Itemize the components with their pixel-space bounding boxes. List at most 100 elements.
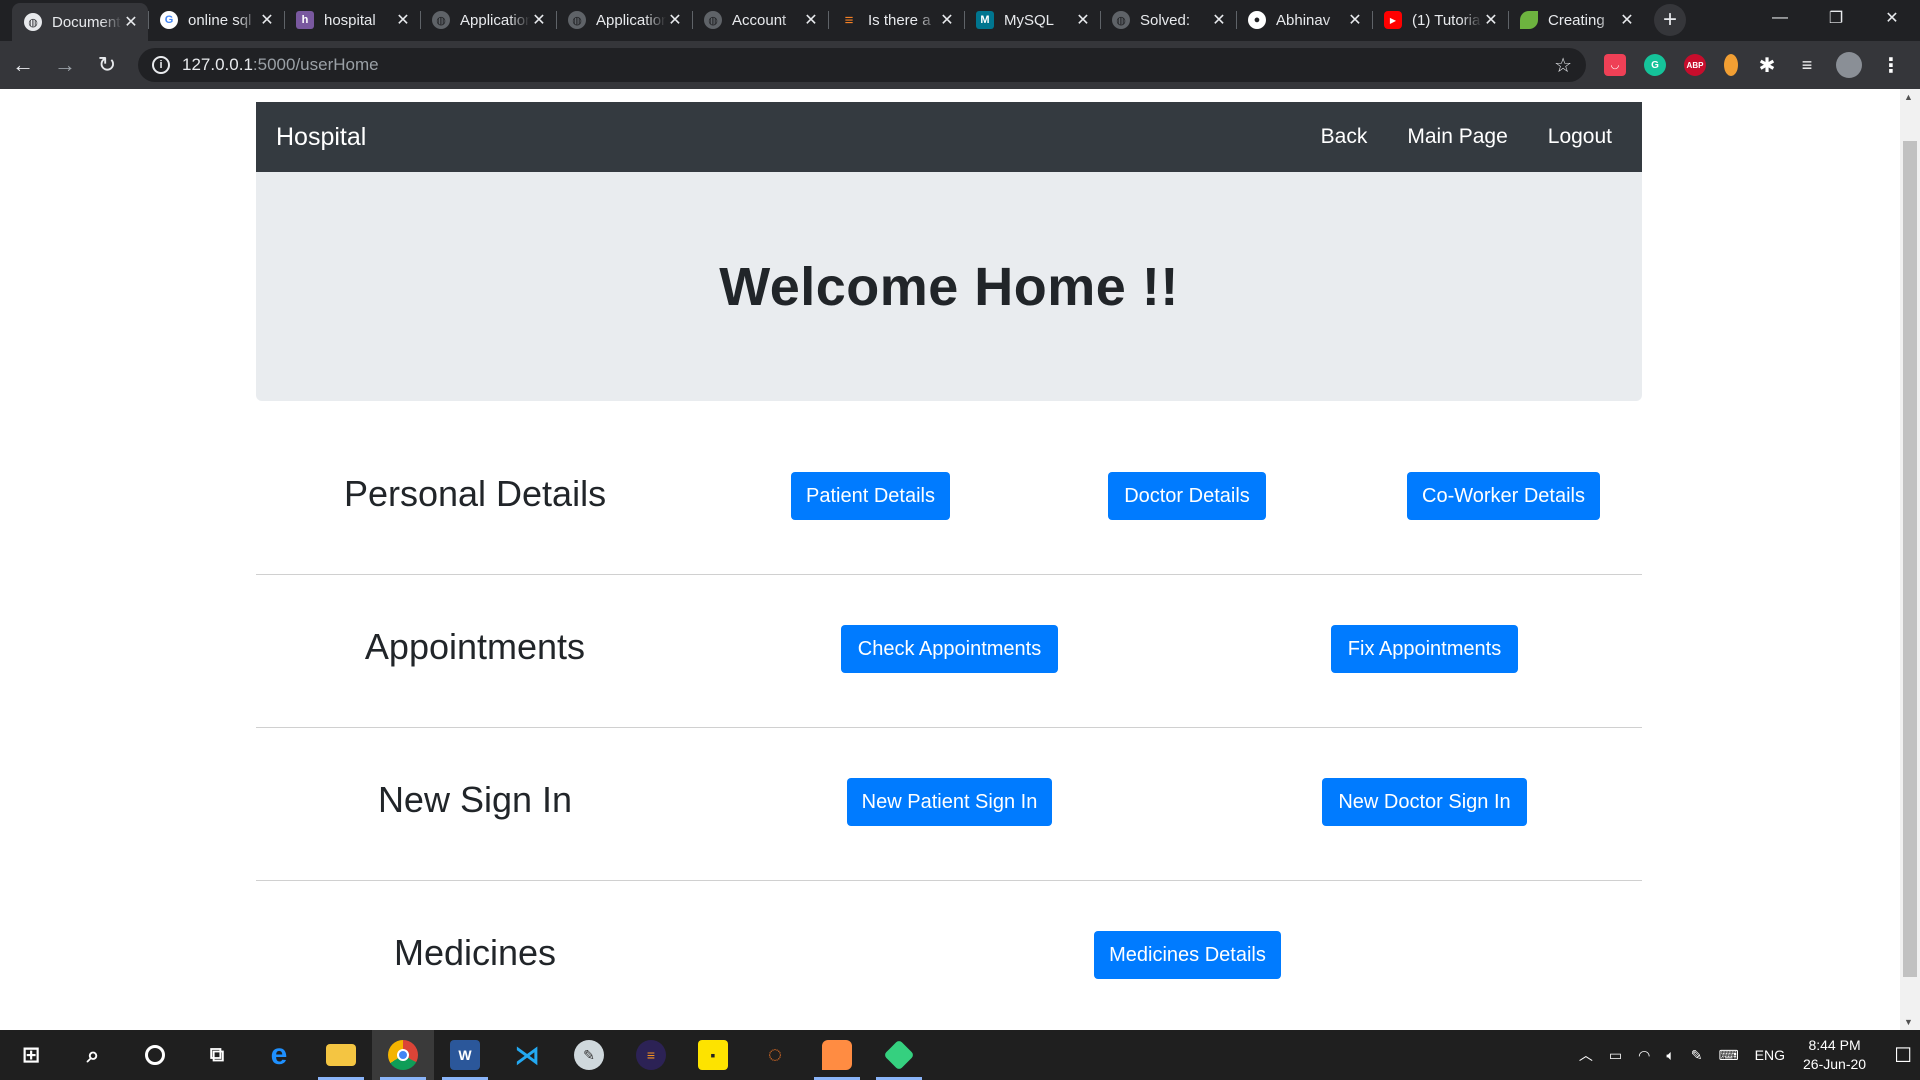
volume-icon[interactable]: 🔈︎ <box>1666 1047 1674 1064</box>
youtube-icon: ▶ <box>1384 11 1402 29</box>
cortana-icon[interactable] <box>124 1030 186 1080</box>
notifications-icon[interactable]: ☐ <box>1894 1043 1912 1068</box>
medicines-details-button[interactable]: Medicines Details <box>1094 931 1281 979</box>
close-icon[interactable]: ✕ <box>530 10 548 30</box>
minimize-icon[interactable]: — <box>1752 0 1808 36</box>
close-icon[interactable]: ✕ <box>122 12 140 32</box>
restore-icon[interactable]: ❐ <box>1808 0 1864 36</box>
tab-online-sql[interactable]: G online sql ✕ <box>148 3 284 37</box>
grammarly-icon[interactable]: G <box>1644 54 1666 76</box>
scroll-down-icon[interactable]: ▼ <box>1904 1017 1913 1027</box>
bookmark-star-icon[interactable]: ☆ <box>1554 53 1572 78</box>
new-tab-button[interactable]: + <box>1654 4 1686 36</box>
battery-icon[interactable]: ▭ <box>1609 1047 1622 1064</box>
pocket-icon[interactable]: ◡ <box>1604 54 1626 76</box>
adblock-icon[interactable]: ABP <box>1684 54 1706 76</box>
paint-icon[interactable]: ✎ <box>558 1030 620 1080</box>
tab-title: Abhinav <box>1276 11 1331 29</box>
close-icon[interactable]: ✕ <box>1074 10 1092 30</box>
nav-links: Back Main Page Logout <box>1301 125 1632 149</box>
coworker-details-button[interactable]: Co-Worker Details <box>1407 472 1600 520</box>
close-icon[interactable]: ✕ <box>258 10 276 30</box>
page-viewport: Hospital Back Main Page Logout Welcome H… <box>0 89 1900 1030</box>
brand-link[interactable]: Hospital <box>276 123 366 152</box>
new-patient-signin-button[interactable]: New Patient Sign In <box>847 778 1052 826</box>
forward-arrow-icon[interactable]: → <box>46 46 84 84</box>
leaf-icon <box>1520 11 1538 29</box>
globe-icon: ◍ <box>24 13 42 31</box>
close-window-icon[interactable]: ✕ <box>1864 0 1920 36</box>
tab-application-2[interactable]: ◍ Application ✕ <box>556 3 692 37</box>
close-icon[interactable]: ✕ <box>1618 10 1636 30</box>
jupyter-icon[interactable]: ◌ <box>744 1030 806 1080</box>
scrollbar-thumb[interactable] <box>1903 141 1917 977</box>
nav-back-link[interactable]: Back <box>1301 125 1388 149</box>
tab-solved[interactable]: ◍ Solved: ✕ <box>1100 3 1236 37</box>
search-icon[interactable]: ⌕ <box>62 1030 124 1080</box>
close-icon[interactable]: ✕ <box>666 10 684 30</box>
tab-mysql[interactable]: M MySQL ✕ <box>964 3 1100 37</box>
page-scrollbar[interactable]: ▲ ▼ <box>1900 89 1920 1030</box>
gitkraken-icon[interactable] <box>868 1030 930 1080</box>
tab-title: hospital <box>324 11 376 29</box>
close-icon[interactable]: ✕ <box>1346 10 1364 30</box>
site-navbar: Hospital Back Main Page Logout <box>256 102 1642 172</box>
scroll-up-icon[interactable]: ▲ <box>1904 92 1913 102</box>
tab-github[interactable]: ● Abhinav ✕ <box>1236 3 1372 37</box>
divider <box>256 574 1642 575</box>
eclipse-icon[interactable]: ≡ <box>620 1030 682 1080</box>
doctor-details-button[interactable]: Doctor Details <box>1108 472 1266 520</box>
clock[interactable]: 8:44 PM 26-Jun-20 <box>1803 1036 1866 1074</box>
menu-dots-icon[interactable]: ⋮ <box>1880 54 1902 77</box>
feedback-icon[interactable] <box>806 1030 868 1080</box>
vscode-icon[interactable]: ⋊ <box>496 1030 558 1080</box>
clock-date: 26-Jun-20 <box>1803 1056 1867 1072</box>
puzzle-extensions-icon[interactable]: ✱ <box>1756 54 1778 77</box>
language-indicator[interactable]: ENG <box>1755 1047 1785 1063</box>
divider <box>256 880 1642 881</box>
check-appointments-button[interactable]: Check Appointments <box>841 625 1058 673</box>
nav-main-page-link[interactable]: Main Page <box>1387 125 1527 149</box>
new-doctor-signin-button[interactable]: New Doctor Sign In <box>1322 778 1527 826</box>
tab-account[interactable]: ◍ Account ✕ <box>692 3 828 37</box>
close-icon[interactable]: ✕ <box>1210 10 1228 30</box>
reload-icon[interactable]: ↻ <box>88 46 126 84</box>
tab-youtube[interactable]: ▶ (1) Tutorial ✕ <box>1372 3 1508 37</box>
fix-appointments-button[interactable]: Fix Appointments <box>1331 625 1518 673</box>
tab-title: Creating <box>1548 11 1605 29</box>
close-icon[interactable]: ✕ <box>394 10 412 30</box>
honey-icon[interactable] <box>1724 54 1738 76</box>
windows-taskbar: ⊞ ⌕ ⧉ e W ⋊ ✎ ≡ ▪ ◌ ︿ ▭ ◠ 🔈︎ ✎ ⌨ ENG 8:4… <box>0 1030 1920 1080</box>
avatar[interactable] <box>1836 52 1862 78</box>
pen-icon[interactable]: ✎ <box>1691 1047 1703 1064</box>
tab-document[interactable]: ◍ Document ✕ <box>12 3 148 41</box>
sticky-notes-icon[interactable]: ▪ <box>682 1030 744 1080</box>
word-icon[interactable]: W <box>434 1030 496 1080</box>
address-bar[interactable]: i 127.0.0.1 :5000/userHome ☆ <box>138 48 1586 82</box>
close-icon[interactable]: ✕ <box>1482 10 1500 30</box>
keyboard-icon[interactable]: ⌨ <box>1718 1047 1738 1064</box>
chrome-icon[interactable] <box>372 1030 434 1080</box>
nav-logout-link[interactable]: Logout <box>1528 125 1632 149</box>
tab-title: online sql <box>188 11 252 29</box>
show-hidden-icons-icon[interactable]: ︿ <box>1579 1045 1593 1065</box>
patient-details-button[interactable]: Patient Details <box>791 472 950 520</box>
url-path: :5000/userHome <box>252 55 379 74</box>
info-icon[interactable]: i <box>152 56 170 74</box>
tab-hospital[interactable]: h hospital ✕ <box>284 3 420 37</box>
tab-application-1[interactable]: ◍ Application ✕ <box>420 3 556 37</box>
media-control-icon[interactable]: ≡ <box>1796 54 1818 76</box>
file-explorer-icon[interactable] <box>310 1030 372 1080</box>
close-icon[interactable]: ✕ <box>802 10 820 30</box>
back-arrow-icon[interactable]: ← <box>4 46 42 84</box>
edge-icon[interactable]: e <box>248 1030 310 1080</box>
tab-is-there[interactable]: ≡ Is there a ✕ <box>828 3 964 37</box>
wifi-icon[interactable]: ◠ <box>1638 1047 1650 1064</box>
heroku-icon: h <box>296 11 314 29</box>
section-title-personal: Personal Details <box>343 473 607 514</box>
windows-start-icon[interactable]: ⊞ <box>0 1030 62 1080</box>
task-view-icon[interactable]: ⧉ <box>186 1030 248 1080</box>
close-icon[interactable]: ✕ <box>938 10 956 30</box>
tab-creating[interactable]: Creating ✕ <box>1508 3 1644 37</box>
url-host: 127.0.0.1 <box>182 55 253 74</box>
